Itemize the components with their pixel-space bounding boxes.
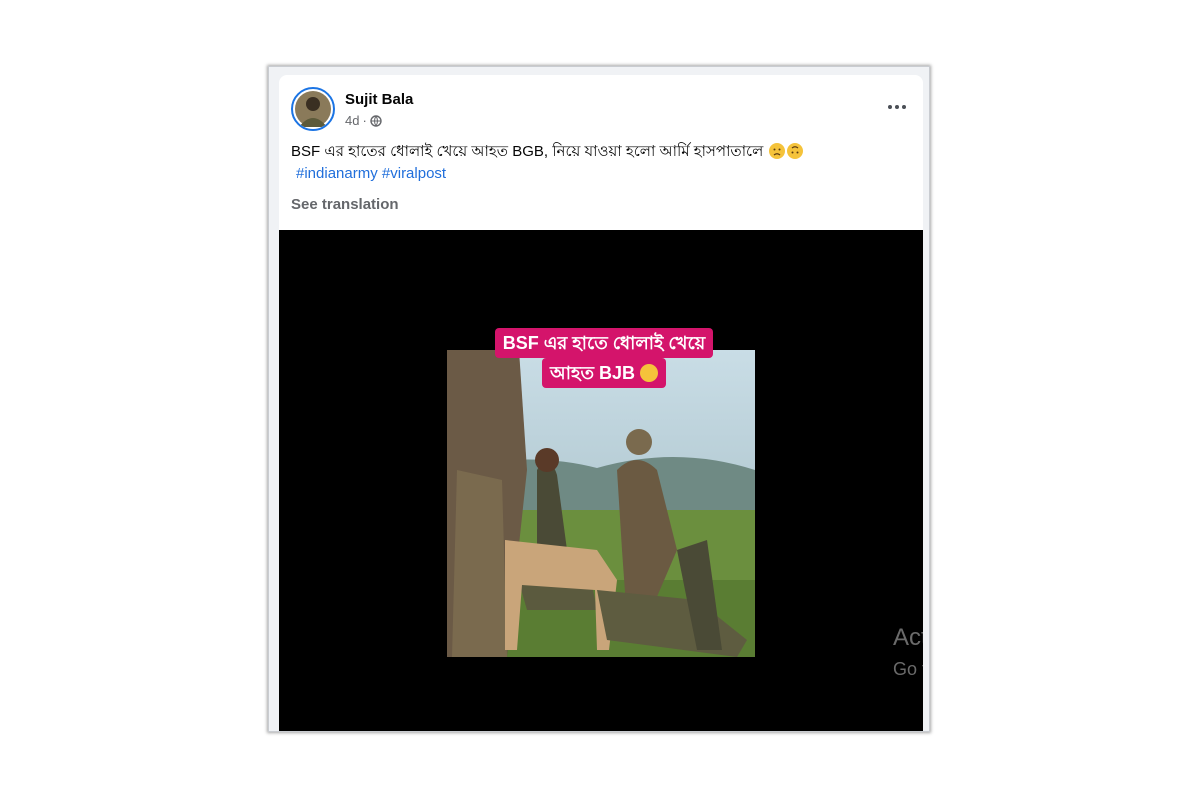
globe-icon [370,114,382,127]
post-meta: 4d · [345,113,382,128]
dot [895,105,899,109]
hashtag-indianarmy[interactable]: #indianarmy [296,165,378,182]
avatar-image [295,91,331,127]
caption-line-1: BSF এর হাতে ধোলাই খেয়ে [494,328,714,358]
windows-watermark-line-1: Act [893,624,923,651]
video-player[interactable]: BSF এর হাতে ধোলাই খেয়ে আহত BJB Act Go t [279,230,923,731]
meta-separator: · [362,113,367,128]
more-options-icon[interactable] [883,93,911,121]
upside-down-face-emoji [787,143,804,159]
post-body: BSF এর হাতের ধোলাই খেয়ে আহত BGB, নিয়ে … [291,143,764,160]
video-still-image [447,350,755,657]
sad-face-emoji [769,143,786,159]
hashtag-viralpost[interactable]: #viralpost [382,165,446,182]
video-frame [447,350,755,657]
video-caption: BSF এর হাতে ধোলাই খেয়ে আহত BJB [477,328,731,388]
avatar[interactable] [291,87,335,131]
post-time[interactable]: 4d [345,113,359,128]
post-header: Sujit Bala 4d · [291,87,911,133]
caption-line-2: আহত BJB [542,358,666,388]
author-name[interactable]: Sujit Bala [345,91,413,108]
post-card: Sujit Bala 4d · BSF এর হাতের ধোলাই খেয়ে… [279,75,923,731]
caption-line-2-text: আহত BJB [550,363,635,383]
see-translation-link[interactable]: See translation [291,196,399,213]
dot [902,105,906,109]
hashtags: #indianarmy #viralpost [296,163,446,185]
post-text: BSF এর হাতের ধোলাই খেয়ে আহত BGB, নিয়ে … [291,141,891,163]
dot [888,105,892,109]
screenshot-frame: Sujit Bala 4d · BSF এর হাতের ধোলাই খেয়ে… [268,66,930,732]
windows-watermark-line-2: Go t [893,659,923,679]
laughing-emoji [639,364,658,382]
